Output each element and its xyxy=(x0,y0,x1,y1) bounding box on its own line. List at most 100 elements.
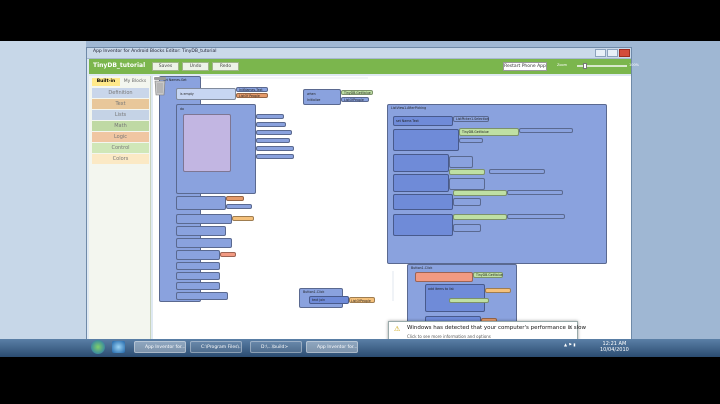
block1-value-b[interactable] xyxy=(256,122,286,127)
tab-built-in[interactable]: Built-in xyxy=(92,78,120,86)
block-palette: Built-in My Blocks Definition Text Lists… xyxy=(89,76,151,342)
block3-set-name[interactable]: set Name.Text xyxy=(393,116,453,126)
taskbar-item-3[interactable]: D:\...\build> xyxy=(250,341,302,353)
block2-getvalue[interactable]: TinyDB.GetValue xyxy=(341,90,373,95)
block3-getvalue-4[interactable] xyxy=(453,214,507,220)
start-button[interactable] xyxy=(91,340,105,354)
block5-chip[interactable]: ListOfPeople xyxy=(349,297,375,303)
block3-selection[interactable]: ListPicker1.Selection xyxy=(453,116,489,122)
maximize-button[interactable] xyxy=(607,49,618,57)
block1-value-f[interactable] xyxy=(256,154,294,159)
block3-chip-1[interactable] xyxy=(519,128,573,133)
block1-value-c[interactable] xyxy=(256,130,292,135)
init-event-block[interactable]: when Initialize xyxy=(303,89,341,105)
block4-title: Button1.Click xyxy=(411,266,433,270)
warning-icon: ⚠ xyxy=(394,325,401,333)
block1-set-row-7[interactable] xyxy=(176,272,220,280)
clock-date: 10/04/2010 xyxy=(600,347,629,353)
block3-getvalue-1[interactable]: TinyDB.GetValue xyxy=(459,128,519,136)
block3-getvalue-3[interactable] xyxy=(453,190,507,196)
block3-chip-9[interactable] xyxy=(453,224,481,232)
block4-getvalue-2[interactable] xyxy=(449,298,489,303)
block1-init-names[interactable]: InitNames.Text xyxy=(236,87,268,92)
block3-row-5[interactable] xyxy=(393,214,453,236)
block3-chip-4[interactable] xyxy=(489,169,545,174)
blocks-workspace[interactable]: set Names.Get is empty InitNames.Text Li… xyxy=(153,76,631,342)
block3-chip-2[interactable] xyxy=(459,138,483,143)
block5-join[interactable]: text join xyxy=(309,296,349,304)
palette-item-text[interactable]: Text xyxy=(92,99,149,109)
palette-item-colors[interactable]: Colors xyxy=(92,154,149,164)
block1-is-empty-label: is empty xyxy=(180,92,194,96)
undo-button[interactable]: Undo xyxy=(182,62,209,71)
block2-getvalue-label: TinyDB.GetValue xyxy=(344,91,371,95)
block1-set-row-4[interactable] xyxy=(176,238,232,248)
block1-value-a[interactable] xyxy=(256,114,284,119)
trash-icon[interactable] xyxy=(153,76,167,96)
minimize-button[interactable] xyxy=(595,49,606,57)
taskbar-clock[interactable]: 12:21 AM 10/04/2010 xyxy=(600,341,629,353)
block1-do-label: do xyxy=(180,107,184,111)
block1-set-row-8[interactable] xyxy=(176,282,220,290)
notification-title: Windows has detected that your computer'… xyxy=(407,325,587,331)
tab-my-blocks[interactable]: My Blocks xyxy=(121,78,149,86)
block1-is-empty[interactable]: is empty xyxy=(176,88,236,100)
desktop-screen: App Inventor for Android Blocks Editor: … xyxy=(0,0,720,404)
block1-set-row-3[interactable] xyxy=(176,226,226,236)
block3-chip-3[interactable] xyxy=(449,156,473,168)
close-button[interactable] xyxy=(619,49,630,57)
palette-item-math[interactable]: Math xyxy=(92,121,149,131)
block1-set-row-9[interactable] xyxy=(176,292,228,300)
block1-list-var[interactable]: ListOf People xyxy=(236,93,268,98)
block1-set-row-2[interactable] xyxy=(176,214,232,224)
block1-value-e[interactable] xyxy=(256,146,294,151)
taskbar-item-4[interactable]: App Inventor for... xyxy=(306,341,358,353)
block5-chip-label: ListOfPeople xyxy=(351,299,371,303)
palette-item-control[interactable]: Control xyxy=(92,143,149,153)
block3-row-2[interactable] xyxy=(393,154,449,172)
palette-item-definition[interactable]: Definition xyxy=(92,88,149,98)
block1-string-chip[interactable] xyxy=(232,216,254,221)
redo-button[interactable]: Redo xyxy=(212,62,239,71)
procedure-call-block[interactable] xyxy=(183,114,231,172)
block3-chip-6[interactable] xyxy=(507,190,563,195)
block1-value-d[interactable] xyxy=(256,138,290,143)
taskbar-item-1[interactable]: App Inventor for... xyxy=(134,341,186,353)
blocks-editor-window: App Inventor for Android Blocks Editor: … xyxy=(86,47,639,344)
block3-chip-7[interactable] xyxy=(453,198,481,206)
window-titlebar[interactable]: App Inventor for Android Blocks Editor: … xyxy=(87,48,631,59)
block1-set-row-5[interactable] xyxy=(176,250,220,260)
block3-title: ListView1.AfterPicking xyxy=(391,106,427,110)
block3-row-1[interactable] xyxy=(393,129,459,151)
editor-toolbar: TinyDB_tutorial Saves Undo Redo Restart … xyxy=(89,59,639,74)
block3-selection-label: ListPicker1.Selection xyxy=(456,117,489,121)
block3-chip-5[interactable] xyxy=(449,178,485,190)
block3-getvalue-2[interactable] xyxy=(449,169,485,175)
block2-event: Initialize xyxy=(307,98,321,102)
block4-getvalue[interactable]: TinyDB.GetValue xyxy=(473,272,503,278)
close-icon[interactable]: × xyxy=(568,324,573,331)
palette-item-lists[interactable]: Lists xyxy=(92,110,149,120)
block4-if[interactable] xyxy=(415,272,473,282)
block2-title: when xyxy=(307,92,316,96)
saves-button[interactable]: Saves xyxy=(152,62,179,71)
block2-list-chip[interactable]: ListOfPeople xyxy=(341,97,369,102)
zoom-slider-handle[interactable] xyxy=(583,63,587,69)
block1-var-chip[interactable] xyxy=(226,196,244,201)
block1-text-chip[interactable] xyxy=(226,204,252,209)
block4-text-chip[interactable] xyxy=(485,288,511,293)
block1-set-row-6[interactable] xyxy=(176,262,220,270)
block3-row-4[interactable] xyxy=(393,194,453,210)
block3-chip-8[interactable] xyxy=(507,214,565,219)
block3-row-3[interactable] xyxy=(393,174,449,192)
taskbar-item-2[interactable]: C:\Program Files\... xyxy=(190,341,242,353)
block5-join-label: text join xyxy=(312,298,326,302)
zoom-max-label: 100% xyxy=(629,63,640,67)
block1-set-row-1[interactable] xyxy=(176,196,226,210)
block5-title: Button1.Click xyxy=(303,290,325,294)
restart-phone-app-button[interactable]: Restart Phone App xyxy=(503,62,547,71)
palette-item-logic[interactable]: Logic xyxy=(92,132,149,142)
ie-icon[interactable] xyxy=(112,341,125,353)
block1-logic-chip[interactable] xyxy=(220,252,236,257)
system-tray-icons[interactable]: ▲ ⚑ ▮ xyxy=(564,342,575,347)
